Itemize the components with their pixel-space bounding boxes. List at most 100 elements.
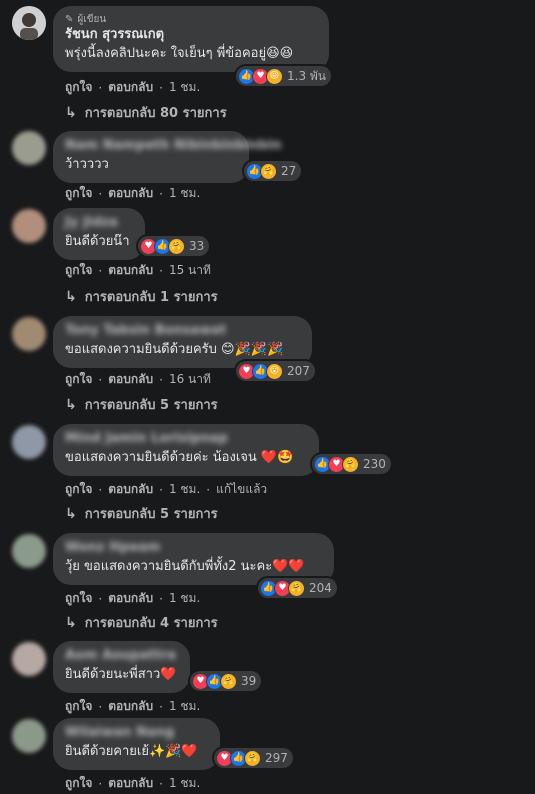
timestamp[interactable]: 1 ชม. bbox=[169, 78, 200, 97]
care-icon: 🤗 bbox=[220, 672, 237, 690]
replies-label: การตอบกลับ 80 รายการ bbox=[84, 106, 227, 121]
separator-dot: · bbox=[98, 699, 103, 714]
avatar[interactable] bbox=[12, 719, 46, 753]
separator-dot: · bbox=[159, 699, 163, 714]
comment-bubble: Wilaiwan Nang ยินดีด้วยคายเย้✨🎉❤️ bbox=[53, 718, 220, 770]
care-icon: 🤗 bbox=[244, 749, 261, 767]
comment-text: ยินดีด้วยคายเย้✨🎉❤️ bbox=[65, 744, 198, 759]
comment-actions: ถูกใจ · ตอบกลับ · 1 ชม. bbox=[65, 184, 200, 203]
reply-button[interactable]: ตอบกลับ bbox=[108, 774, 153, 793]
commenter-name[interactable]: Nam Nampeth Nibinbinbinbin bbox=[65, 137, 281, 155]
comment-actions: ถูกใจ · ตอบกลับ · 16 นาที bbox=[65, 370, 211, 389]
timestamp[interactable]: 1 ชม. bbox=[169, 184, 200, 203]
reactions-summary[interactable]: 👍 ♥ 🤗 230 bbox=[312, 454, 391, 474]
wow-icon: 😮 bbox=[266, 362, 283, 380]
avatar[interactable] bbox=[12, 425, 46, 459]
reaction-count: 230 bbox=[363, 457, 386, 471]
like-button[interactable]: ถูกใจ bbox=[65, 184, 92, 203]
commenter-name[interactable]: Mind Jamin Lorisipnap bbox=[65, 430, 307, 448]
reaction-count: 207 bbox=[287, 364, 310, 378]
like-button[interactable]: ถูกใจ bbox=[65, 774, 92, 793]
avatar[interactable] bbox=[12, 6, 46, 40]
avatar[interactable] bbox=[12, 534, 46, 568]
reply-button[interactable]: ตอบกลับ bbox=[108, 589, 153, 608]
reaction-count: 297 bbox=[265, 751, 288, 765]
separator-dot: · bbox=[98, 482, 103, 497]
reply-button[interactable]: ตอบกลับ bbox=[108, 261, 153, 280]
timestamp[interactable]: 16 นาที bbox=[169, 370, 211, 389]
commenter-name[interactable]: Aom Aoupattra bbox=[65, 647, 178, 665]
like-button[interactable]: ถูกใจ bbox=[65, 697, 92, 716]
like-button[interactable]: ถูกใจ bbox=[65, 480, 92, 499]
reply-arrow-icon: ↳ bbox=[65, 614, 77, 631]
like-button[interactable]: ถูกใจ bbox=[65, 370, 92, 389]
reaction-count: 1.3 พัน bbox=[287, 68, 327, 83]
comment-bubble: ✎ ผู้เขียน รัชนก สุวรรณเกตุ พรุ่งนี้ลงคล… bbox=[53, 6, 329, 72]
timestamp[interactable]: 1 ชม. bbox=[169, 480, 200, 499]
comment-bubble: Nam Nampeth Nibinbinbinbin ว้าวววว bbox=[53, 131, 281, 183]
timestamp[interactable]: 1 ชม. bbox=[169, 774, 200, 793]
reaction-count: 27 bbox=[281, 164, 297, 178]
view-replies-link[interactable]: ↳ การตอบกลับ 4 รายการ bbox=[65, 612, 218, 633]
reactions-summary[interactable]: 👍 ♥ 🤗 204 bbox=[258, 578, 337, 598]
replies-label: การตอบกลับ 4 รายการ bbox=[84, 616, 218, 631]
timestamp[interactable]: 1 ชม. bbox=[169, 589, 200, 608]
separator-dot: · bbox=[159, 482, 163, 497]
reaction-count: 33 bbox=[189, 239, 205, 253]
reply-arrow-icon: ↳ bbox=[65, 505, 77, 522]
commenter-name[interactable]: รัชนก สุวรรณเกตุ bbox=[65, 26, 317, 44]
separator-dot: · bbox=[159, 591, 163, 606]
avatar[interactable] bbox=[12, 131, 46, 165]
commenter-name[interactable]: Jy Jidza bbox=[65, 214, 133, 232]
avatar[interactable] bbox=[12, 317, 46, 351]
separator-dot: · bbox=[98, 372, 103, 387]
reply-button[interactable]: ตอบกลับ bbox=[108, 480, 153, 499]
commenter-name[interactable]: Wilaiwan Nang bbox=[65, 724, 208, 742]
reply-button[interactable]: ตอบกลับ bbox=[108, 184, 153, 203]
separator-dot: · bbox=[206, 482, 211, 497]
comment-text: ว้าวววว bbox=[65, 157, 109, 172]
comment-text: ขอแสดงความยินดีด้วยครับ 😊🎉🎉🎉 bbox=[65, 342, 284, 357]
view-replies-link[interactable]: ↳ การตอบกลับ 80 รายการ bbox=[65, 102, 227, 123]
care-icon: 🤗 bbox=[168, 237, 185, 255]
separator-dot: · bbox=[159, 186, 163, 201]
comment-text: วุ้ย ขอแสดงความยินดีกับพี่ทั้ง2 นะคะ❤️❤️ bbox=[65, 559, 305, 574]
reply-arrow-icon: ↳ bbox=[65, 104, 77, 121]
reply-button[interactable]: ตอบกลับ bbox=[108, 370, 153, 389]
reply-button[interactable]: ตอบกลับ bbox=[108, 78, 153, 97]
timestamp[interactable]: 15 นาที bbox=[169, 261, 211, 280]
separator-dot: · bbox=[159, 263, 163, 278]
reaction-count: 39 bbox=[241, 674, 257, 688]
reactions-summary[interactable]: ♥ 👍 🤗 33 bbox=[138, 236, 210, 256]
reactions-summary[interactable]: ♥ 👍 😮 207 bbox=[236, 361, 315, 381]
like-button[interactable]: ถูกใจ bbox=[65, 589, 92, 608]
like-button[interactable]: ถูกใจ bbox=[65, 261, 92, 280]
view-replies-link[interactable]: ↳ การตอบกลับ 5 รายการ bbox=[65, 503, 218, 524]
commenter-name[interactable]: Wonz Hpeam bbox=[65, 539, 322, 557]
care-icon: 🤗 bbox=[288, 579, 305, 597]
replies-label: การตอบกลับ 5 รายการ bbox=[84, 507, 218, 522]
avatar[interactable] bbox=[12, 209, 46, 243]
reactions-summary[interactable]: ♥ 👍 🤗 297 bbox=[214, 748, 293, 768]
edited-label[interactable]: แก้ไขแล้ว bbox=[216, 480, 267, 499]
separator-dot: · bbox=[98, 776, 103, 791]
comment-actions: ถูกใจ · ตอบกลับ · 1 ชม. bbox=[65, 78, 200, 97]
reaction-count: 204 bbox=[309, 581, 332, 595]
pencil-icon: ✎ bbox=[65, 13, 74, 25]
comment-text: ยินดีด้วยนะพี่สาว❤️ bbox=[65, 667, 177, 682]
comment-bubble: Mind Jamin Lorisipnap ขอแสดงความยินดีด้ว… bbox=[53, 424, 319, 476]
view-replies-link[interactable]: ↳ การตอบกลับ 5 รายการ bbox=[65, 394, 218, 415]
like-button[interactable]: ถูกใจ bbox=[65, 78, 92, 97]
avatar[interactable] bbox=[12, 642, 46, 676]
reactions-summary[interactable]: ♥ 👍 🤗 39 bbox=[190, 671, 262, 691]
timestamp[interactable]: 1 ชม. bbox=[169, 697, 200, 716]
view-replies-link[interactable]: ↳ การตอบกลับ 1 รายการ bbox=[65, 286, 218, 307]
separator-dot: · bbox=[159, 372, 163, 387]
reactions-summary[interactable]: 👍 🤗 27 bbox=[244, 161, 302, 181]
separator-dot: · bbox=[98, 263, 103, 278]
commenter-name[interactable]: Tony Tabsin Bonsawat bbox=[65, 322, 300, 340]
replies-label: การตอบกลับ 1 รายการ bbox=[84, 290, 218, 305]
author-badge-label: ผู้เขียน bbox=[77, 13, 107, 25]
reactions-summary[interactable]: 👍 ♥ 😝 1.3 พัน bbox=[236, 66, 332, 86]
reply-button[interactable]: ตอบกลับ bbox=[108, 697, 153, 716]
